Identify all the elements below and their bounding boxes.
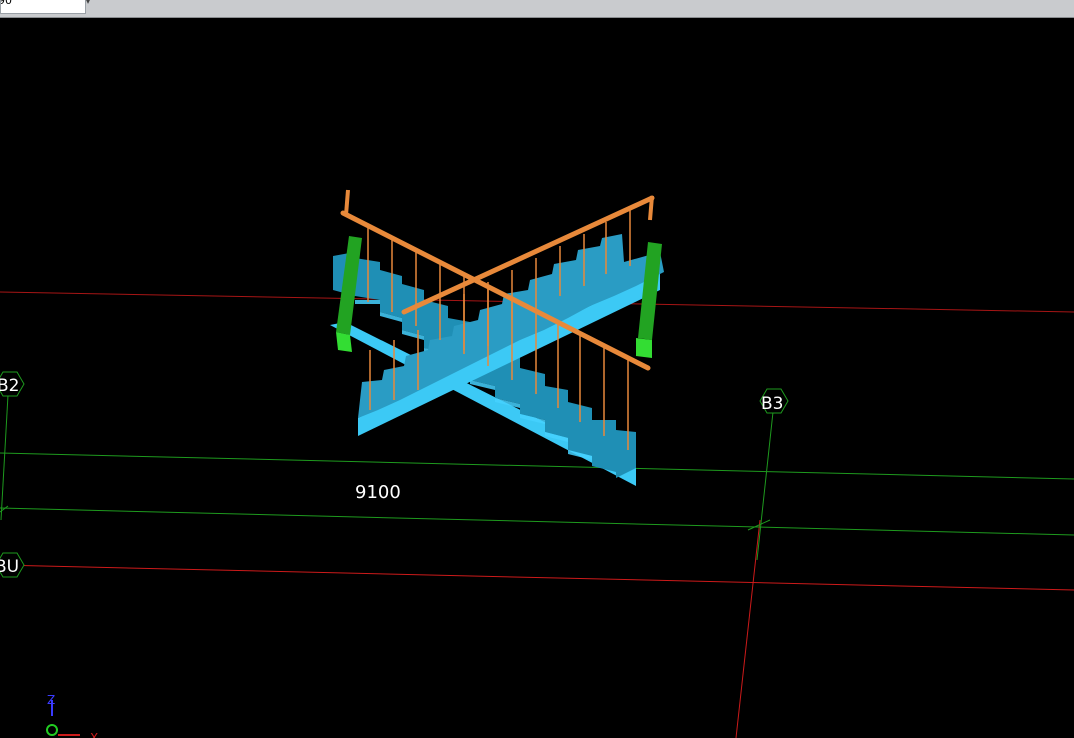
axis-label-b2: B2 — [0, 376, 19, 396]
view-angle-input[interactable]: 90 — [0, 0, 86, 14]
grid-line-green-b2 — [0, 394, 9, 521]
railing-post-right-top — [648, 195, 654, 221]
railing-post-left-top — [344, 189, 350, 216]
axis-label-b3: B3 — [761, 394, 783, 414]
chevron-down-icon[interactable]: ▾ — [86, 0, 94, 6]
axis-bubble-bu[interactable]: BU — [0, 552, 25, 578]
grid-line-red-vertical — [735, 519, 761, 738]
grid-line-green-upper — [0, 452, 1074, 480]
3d-viewport[interactable]: B2 B3 BU 9100 Z X — [0, 17, 1074, 738]
toolbar: 90 ▾ — [0, 0, 1074, 18]
grid-line-red-lower — [0, 564, 1074, 591]
dimension-label: 9100 — [355, 482, 401, 503]
axis-bubble-b2[interactable]: B2 — [0, 371, 25, 397]
grid-line-green-lower — [0, 507, 1074, 536]
axis-bubble-b3[interactable]: B3 — [759, 388, 789, 414]
axis-label-bu: BU — [0, 557, 19, 577]
triad-z-label: Z — [47, 693, 55, 707]
axis-triad: Z X — [46, 693, 98, 738]
grid-line-green-b3 — [756, 411, 774, 561]
view-angle-value: 90 — [1, 0, 12, 7]
staircase-model[interactable] — [330, 189, 664, 486]
triad-x-label: X — [90, 731, 98, 738]
